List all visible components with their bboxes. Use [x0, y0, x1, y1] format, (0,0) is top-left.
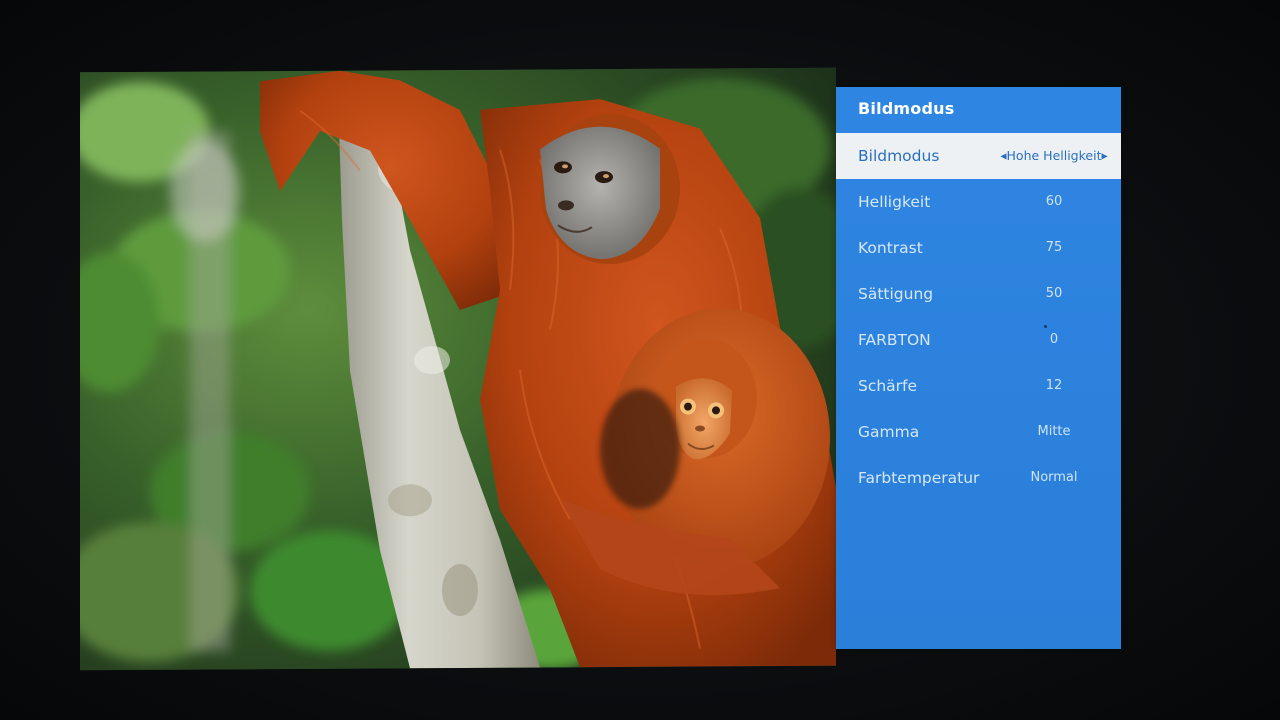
- menu-item-value: 12: [1045, 378, 1063, 393]
- menu-item-bildmodus[interactable]: Bildmodus ◀Hohe Helligkeit▶: [836, 133, 1121, 179]
- menu-item-schaerfe[interactable]: Schärfe 12: [836, 363, 1121, 409]
- menu-item-label: Sättigung: [858, 285, 934, 303]
- projected-screen: Bildmodus Bildmodus ◀Hohe Helligkeit▶ He…: [0, 0, 1280, 720]
- menu-item-value: Normal: [1030, 470, 1078, 485]
- menu-item-value: 50: [1045, 286, 1063, 301]
- menu-item-label: Bildmodus: [858, 147, 940, 165]
- menu-item-value: 0: [1049, 332, 1059, 347]
- menu-item-label: Gamma: [858, 423, 920, 441]
- menu-item-gamma[interactable]: Gamma Mitte: [836, 409, 1121, 455]
- menu-item-label: FARBTON: [858, 331, 931, 349]
- menu-item-farbton[interactable]: FARBTON 0: [836, 317, 1121, 363]
- menu-item-value[interactable]: ◀Hohe Helligkeit▶: [986, 133, 1122, 180]
- bildmodus-value: Hohe Helligkeit: [1006, 148, 1102, 163]
- menu-item-kontrast[interactable]: Kontrast 75: [836, 225, 1121, 271]
- picture-settings-menu: Bildmodus Bildmodus ◀Hohe Helligkeit▶ He…: [836, 87, 1121, 649]
- menu-item-value: 75: [1045, 240, 1063, 255]
- menu-list: Bildmodus ◀Hohe Helligkeit▶ Helligkeit 6…: [836, 133, 1121, 501]
- menu-item-saettigung[interactable]: Sättigung 50: [836, 271, 1121, 317]
- menu-item-label: Schärfe: [858, 377, 918, 395]
- menu-item-label: Kontrast: [858, 239, 923, 257]
- menu-item-value: Mitte: [1037, 424, 1071, 439]
- orangutan-photo: [80, 67, 836, 671]
- menu-item-label: Farbtemperatur: [858, 469, 980, 487]
- menu-item-label: Helligkeit: [858, 193, 931, 211]
- menu-item-helligkeit[interactable]: Helligkeit 60: [836, 179, 1121, 328]
- arrow-right-icon[interactable]: ▶: [1101, 152, 1107, 161]
- menu-item-farbtemperatur[interactable]: Farbtemperatur Normal: [836, 455, 1121, 501]
- menu-title: Bildmodus: [858, 99, 955, 118]
- menu-item-value: 60: [1045, 194, 1063, 209]
